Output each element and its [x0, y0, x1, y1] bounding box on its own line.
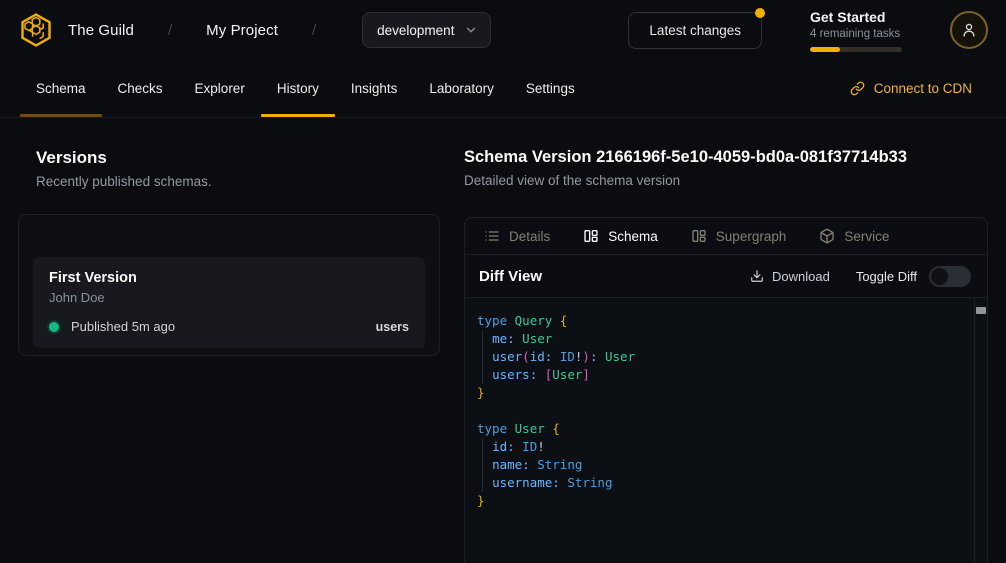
breadcrumb-separator: / — [168, 22, 172, 39]
detail-tab-label: Service — [844, 229, 889, 244]
main-nav: Schema Checks Explorer History Insights Labor… — [0, 60, 1006, 118]
get-started-progressbar — [810, 47, 902, 52]
versions-list: First Version John Doe Published 5m ago … — [18, 214, 440, 356]
detail-tab-supergraph[interactable]: Supergraph — [691, 228, 787, 244]
breadcrumb-org[interactable]: The Guild — [68, 22, 134, 39]
toggle-knob — [931, 268, 948, 285]
cube-icon — [819, 228, 835, 244]
code-line: name: String — [477, 456, 975, 474]
latest-changes-label: Latest changes — [649, 23, 741, 38]
latest-changes-button[interactable]: Latest changes — [628, 12, 762, 49]
hive-logo-icon[interactable] — [18, 12, 54, 48]
code-scrollbar-track — [974, 298, 975, 563]
detail-tab-service[interactable]: Service — [819, 228, 889, 244]
breadcrumb-project[interactable]: My Project — [206, 22, 278, 39]
version-service-badge: users — [376, 320, 409, 334]
version-author: John Doe — [49, 290, 409, 305]
diff-view-toolbar: Diff View Download Toggle Diff — [465, 255, 987, 298]
chevron-down-icon — [464, 23, 478, 37]
detail-tabs: Details Schema Supergraph Service — [465, 218, 987, 255]
active-tab-underline — [261, 114, 335, 117]
nav-tab-schema[interactable]: Schema — [20, 60, 102, 117]
nav-tab-label: Laboratory — [429, 81, 494, 96]
toggle-diff-switch[interactable] — [929, 266, 971, 287]
download-icon — [750, 269, 764, 283]
nav-tab-insights[interactable]: Insights — [335, 60, 414, 117]
version-name: First Version — [49, 270, 409, 286]
nav-tab-history[interactable]: History — [261, 60, 335, 117]
notification-dot — [755, 8, 765, 18]
connect-to-cdn-button[interactable]: Connect to CDN — [850, 81, 972, 96]
code-line: } — [477, 384, 975, 402]
target-selector-value: development — [377, 23, 454, 38]
get-started-subtitle: 4 remaining tasks — [810, 28, 902, 40]
toggle-diff-label: Toggle Diff — [856, 269, 917, 284]
detail-tab-label: Details — [509, 229, 550, 244]
published-status-icon — [49, 322, 59, 332]
nav-tab-label: Checks — [118, 81, 163, 96]
nav-tab-label: Schema — [36, 81, 86, 96]
target-selector[interactable]: development — [362, 12, 491, 48]
diff-view-title: Diff View — [479, 268, 542, 285]
nav-tab-label: Insights — [351, 81, 398, 96]
nav-tab-settings[interactable]: Settings — [510, 60, 591, 117]
layout-icon — [691, 228, 707, 244]
nav-tab-explorer[interactable]: Explorer — [179, 60, 261, 117]
code-line: me: User — [477, 330, 975, 348]
versions-title: Versions — [36, 148, 440, 168]
person-icon — [960, 21, 978, 39]
app-header: The Guild / My Project / development Lat… — [0, 0, 1006, 60]
breadcrumb-separator: / — [312, 22, 316, 39]
code-line: type User { — [477, 420, 975, 438]
version-card[interactable]: First Version John Doe Published 5m ago … — [33, 257, 425, 348]
code-line: id: ID! — [477, 438, 975, 456]
versions-column: Versions Recently published schemas. Fir… — [0, 118, 464, 563]
nav-tabs: Schema Checks Explorer History Insights Labor… — [20, 60, 591, 117]
code-line: user(id: ID!): User — [477, 348, 975, 366]
code-line: } — [477, 492, 975, 510]
main-content: Versions Recently published schemas. Fir… — [0, 118, 1006, 563]
code-scrollbar-thumb[interactable] — [976, 307, 986, 314]
nav-tab-label: Explorer — [195, 81, 245, 96]
connect-to-cdn-label: Connect to CDN — [874, 81, 972, 96]
nav-tab-checks[interactable]: Checks — [102, 60, 179, 117]
detail-tab-details[interactable]: Details — [484, 228, 550, 244]
nav-right: Connect to CDN — [850, 60, 1006, 117]
detail-tab-label: Supergraph — [716, 229, 787, 244]
breadcrumb: The Guild / My Project / development — [18, 12, 491, 48]
code-line: username: String — [477, 474, 975, 492]
schema-code-block[interactable]: type Query { me: User user(id: ID!): Use… — [465, 298, 987, 563]
link-icon — [850, 81, 865, 96]
schema-version-title: Schema Version 2166196f-5e10-4059-bd0a-0… — [464, 148, 988, 167]
schema-version-panel: Details Schema Supergraph Service Diff View… — [464, 217, 988, 563]
list-icon — [484, 228, 500, 244]
nav-tab-laboratory[interactable]: Laboratory — [413, 60, 510, 117]
versions-subtitle: Recently published schemas. — [36, 174, 440, 189]
indent-guide — [482, 438, 483, 492]
get-started-progress-fill — [810, 47, 840, 52]
nav-tab-label: History — [277, 81, 319, 96]
code-line: type Query { — [477, 312, 975, 330]
get-started-widget[interactable]: Get Started 4 remaining tasks — [810, 9, 902, 52]
version-status: Published 5m ago — [71, 319, 175, 334]
nav-tab-label: Settings — [526, 81, 575, 96]
detail-tab-schema[interactable]: Schema — [583, 228, 658, 244]
active-tab-underline — [20, 114, 102, 117]
user-avatar[interactable] — [950, 11, 988, 49]
schema-version-subtitle: Detailed view of the schema version — [464, 173, 988, 188]
indent-guide — [482, 330, 483, 384]
code-line: users: [User] — [477, 366, 975, 384]
version-detail-column: Schema Version 2166196f-5e10-4059-bd0a-0… — [464, 118, 1006, 563]
header-right-group: Latest changes Get Started 4 remaining t… — [628, 9, 988, 52]
download-button[interactable]: Download — [750, 269, 830, 284]
layout-icon — [583, 228, 599, 244]
download-label: Download — [772, 269, 830, 284]
get-started-title: Get Started — [810, 9, 902, 25]
code-line — [477, 402, 975, 420]
detail-tab-label: Schema — [608, 229, 658, 244]
